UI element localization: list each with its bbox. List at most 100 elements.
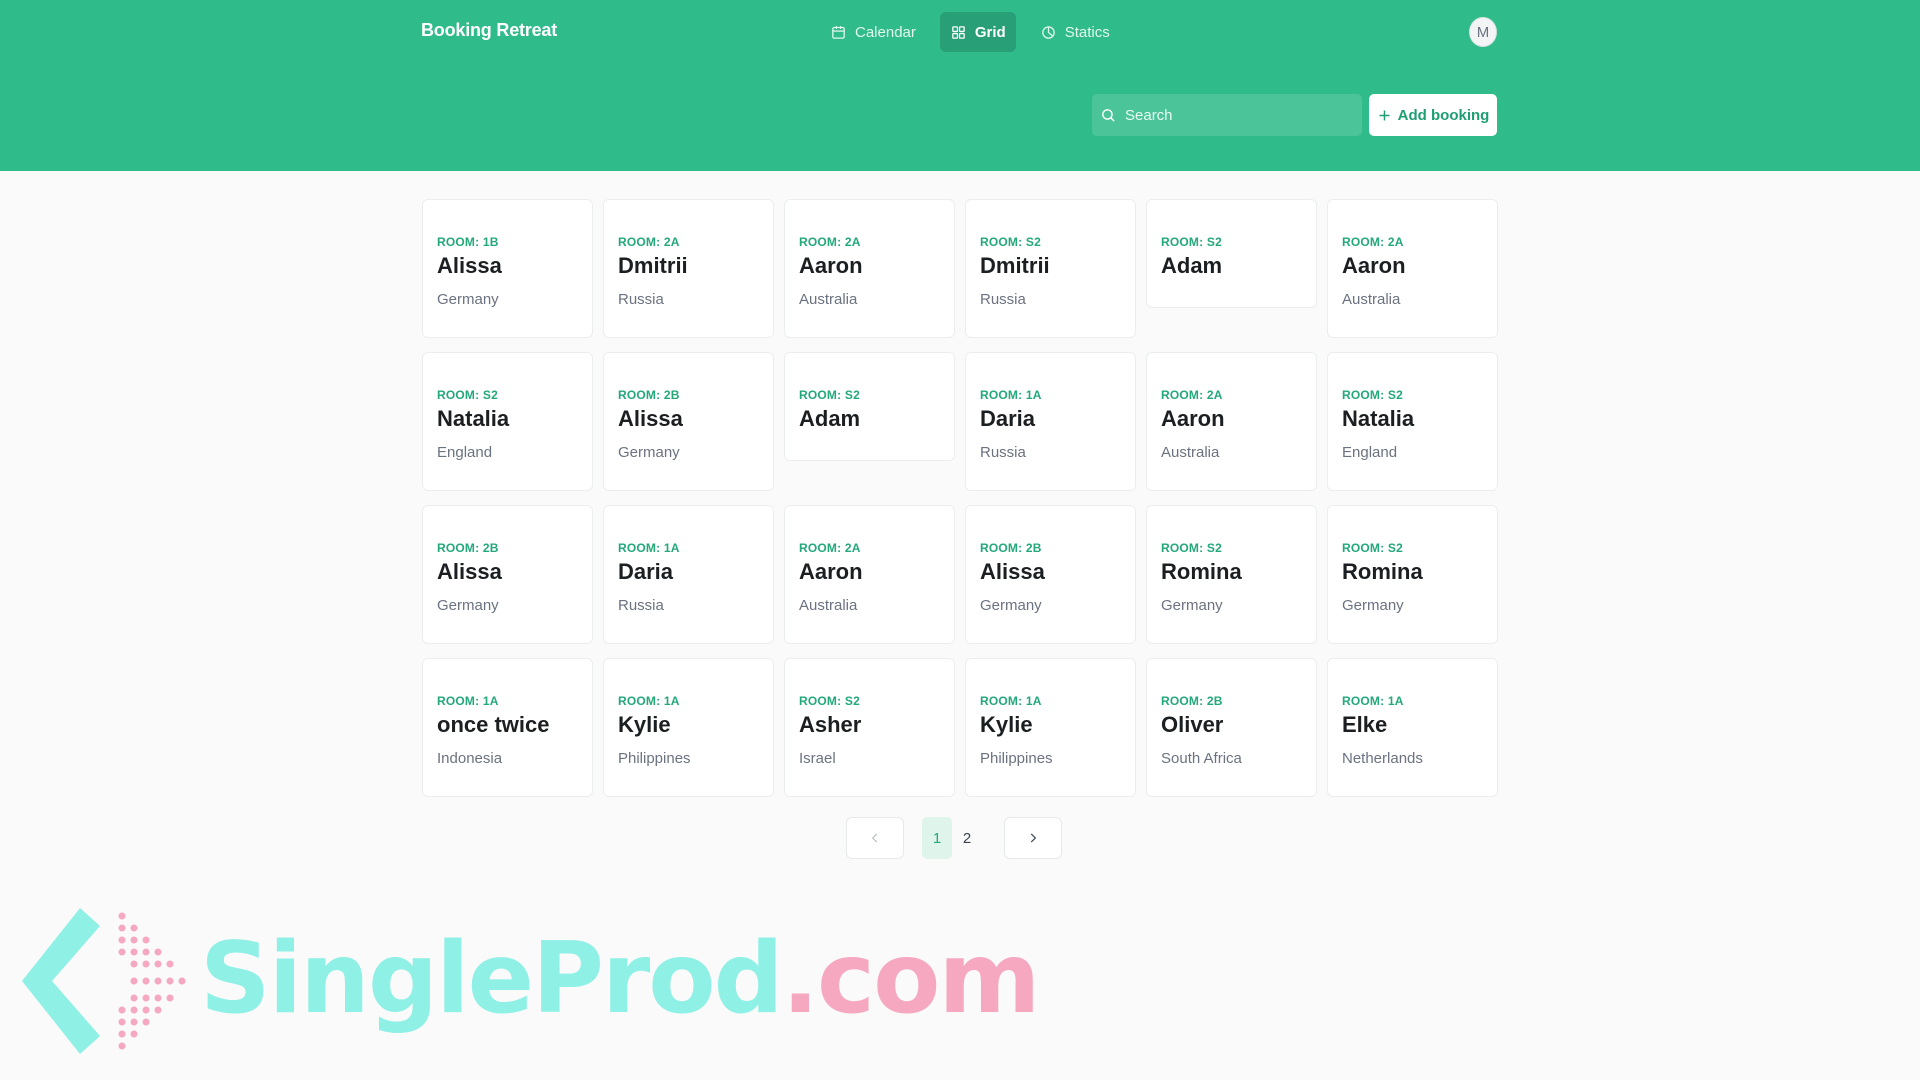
booking-card[interactable]: ROOM: 1B Alissa Germany [422,199,593,338]
booking-country: Germany [1342,597,1404,614]
booking-card[interactable]: ROOM: S2 Dmitrii Russia [965,199,1136,338]
main-nav: Calendar Grid Statics [820,12,1120,52]
chevron-left-icon [871,833,878,843]
booking-guest-name: Asher [799,712,862,737]
booking-guest-name: Kylie [618,712,671,737]
booking-room: ROOM: S2 [1161,541,1222,555]
grid-icon [952,25,965,39]
booking-room: ROOM: 2B [1161,694,1223,708]
prev-page-button[interactable] [846,817,904,859]
booking-country: Russia [618,597,664,614]
search-icon [1102,108,1115,122]
booking-room: ROOM: S2 [799,694,860,708]
booking-card[interactable]: ROOM: 1A Kylie Philippines [603,658,774,797]
booking-room: ROOM: 2A [1342,235,1404,249]
booking-card[interactable]: ROOM: 2B Oliver South Africa [1146,658,1317,797]
booking-country: England [437,444,493,461]
booking-card[interactable]: ROOM: 2B Alissa Germany [603,352,774,491]
booking-room: ROOM: S2 [799,388,860,402]
booking-country: Australia [1161,444,1220,461]
booking-country: Australia [799,597,858,614]
booking-guest-name: Alissa [618,406,683,431]
nav-statics[interactable]: Statics [1030,12,1120,52]
booking-guest-name: Kylie [980,712,1033,737]
watermark-text-suffix: .com [781,922,1041,1036]
watermark: SingleProd.com [22,906,1041,1056]
app-header: Booking Retreat Calendar Grid Statics M [0,0,1920,171]
booking-guest-name: Daria [618,559,674,584]
booking-guest-name: Romina [1342,559,1423,584]
booking-card[interactable]: ROOM: 1A Daria Russia [603,505,774,644]
booking-country: Germany [1161,597,1223,614]
booking-guest-name: Aaron [799,559,863,584]
booking-card[interactable]: ROOM: S2 Asher Israel [784,658,955,797]
booking-card[interactable]: ROOM: 2A Aaron Australia [1327,199,1498,338]
booking-card[interactable]: ROOM: S2 Natalia England [422,352,593,491]
page-2-button[interactable]: 2 [952,817,982,859]
booking-room: ROOM: 2B [618,388,680,402]
booking-card[interactable]: ROOM: 2A Aaron Australia [784,505,955,644]
booking-guest-name: Dmitrii [980,253,1050,278]
search-input[interactable] [1125,95,1355,135]
watermark-text: SingleProd.com [200,922,1041,1036]
booking-card[interactable]: ROOM: S2 Adam [784,352,955,461]
nav-calendar[interactable]: Calendar [820,12,926,52]
next-page-button[interactable] [1004,817,1062,859]
booking-card[interactable]: ROOM: S2 Romina Germany [1146,505,1317,644]
booking-guest-name: Natalia [1342,406,1415,431]
booking-card[interactable]: ROOM: S2 Adam [1146,199,1317,308]
booking-card[interactable]: ROOM: 1A once twice Indonesia [422,658,593,797]
chevron-right-icon [1030,833,1037,843]
booking-room: ROOM: S2 [980,235,1041,249]
calendar-icon [832,25,845,39]
booking-card[interactable]: ROOM: 2A Aaron Australia [784,199,955,338]
booking-room: ROOM: S2 [1342,388,1403,402]
user-avatar[interactable]: M [1469,17,1497,47]
booking-country: Germany [437,597,499,614]
booking-guest-name: Alissa [437,253,502,278]
booking-card[interactable]: ROOM: 2A Dmitrii Russia [603,199,774,338]
booking-room: ROOM: 1A [618,541,680,555]
booking-room: ROOM: S2 [437,388,498,402]
booking-country: Russia [980,444,1026,461]
booking-room: ROOM: 1A [980,694,1042,708]
booking-country: Russia [980,291,1026,308]
booking-room: ROOM: 1A [980,388,1042,402]
booking-card[interactable]: ROOM: 1A Elke Netherlands [1327,658,1498,797]
booking-country: Philippines [618,750,691,767]
booking-room: ROOM: 1A [618,694,680,708]
booking-card[interactable]: ROOM: S2 Natalia England [1327,352,1498,491]
booking-guest-name: Aaron [1342,253,1406,278]
booking-room: ROOM: 2B [980,541,1042,555]
add-booking-button[interactable]: Add booking [1369,94,1497,136]
booking-guest-name: Elke [1342,712,1388,737]
booking-country: Germany [618,444,680,461]
booking-guest-name: Oliver [1161,712,1224,737]
booking-card[interactable]: ROOM: 2B Alissa Germany [965,505,1136,644]
nav-grid-label: Grid [974,23,1006,41]
booking-guest-name: Natalia [437,406,510,431]
plus-icon [1379,110,1390,120]
booking-room: ROOM: 1B [437,235,499,249]
booking-room: ROOM: 2A [799,235,861,249]
booking-card[interactable]: ROOM: S2 Romina Germany [1327,505,1498,644]
page-1-button[interactable]: 1 [922,817,952,859]
nav-grid[interactable]: Grid [939,12,1016,52]
booking-guest-name: once twice [437,712,550,737]
add-booking-label: Add booking [1397,106,1490,124]
booking-country: England [1342,444,1398,461]
nav-calendar-label: Calendar [855,23,916,41]
booking-guest-name: Alissa [980,559,1045,584]
booking-card[interactable]: ROOM: 1A Daria Russia [965,352,1136,491]
booking-guest-name: Dmitrii [618,253,688,278]
booking-room: ROOM: 2A [1161,388,1223,402]
booking-room: ROOM: S2 [1342,541,1403,555]
booking-grid: ROOM: 1B Alissa Germany ROOM: 2A Dmitrii Russ… [422,199,1498,797]
booking-country: Russia [618,291,664,308]
booking-card[interactable]: ROOM: 2A Aaron Australia [1146,352,1317,491]
booking-country: Germany [980,597,1042,614]
booking-guest-name: Alissa [437,559,502,584]
booking-card[interactable]: ROOM: 2B Alissa Germany [422,505,593,644]
booking-country: South Africa [1161,750,1242,767]
booking-card[interactable]: ROOM: 1A Kylie Philippines [965,658,1136,797]
